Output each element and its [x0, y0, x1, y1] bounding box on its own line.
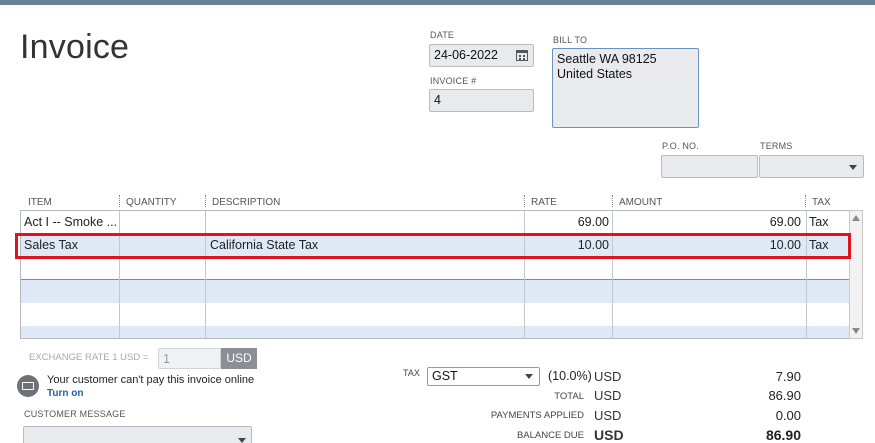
total-label: TOTAL	[554, 391, 584, 402]
tax-label: TAX	[403, 368, 420, 378]
payments-applied-label: PAYMENTS APPLIED	[490, 410, 584, 421]
tax-amount: 7.90	[775, 369, 801, 384]
scroll-down-icon[interactable]	[852, 328, 860, 334]
calendar-icon[interactable]	[516, 50, 528, 61]
column-divider	[119, 211, 120, 338]
scroll-up-icon[interactable]	[852, 215, 860, 221]
table-scrollbar[interactable]	[849, 210, 863, 339]
selected-row-highlight	[15, 233, 851, 259]
column-divider	[524, 211, 525, 338]
total-currency: USD	[594, 388, 622, 403]
table-row[interactable]: Act I -- Smoke ... 69.00 69.00 Tax	[21, 211, 849, 234]
date-label: DATE	[430, 30, 455, 40]
chevron-down-icon	[238, 438, 246, 443]
payments-applied-amount: 0.00	[775, 408, 801, 423]
cell-rate[interactable]: 69.00	[529, 215, 609, 229]
exchange-rate-value: 1	[163, 352, 170, 366]
page-title: Invoice	[20, 28, 130, 66]
tax-code-dropdown[interactable]: GST	[427, 367, 540, 386]
cell-item[interactable]: Act I -- Smoke ...	[24, 215, 118, 229]
balance-due-label: BALANCE DUE	[516, 430, 584, 441]
date-field[interactable]: 24-06-2022	[429, 44, 534, 67]
po-number-field[interactable]	[661, 155, 758, 178]
cell-tax[interactable]: Tax	[809, 215, 849, 229]
line-items-table: Act I -- Smoke ... 69.00 69.00 Tax Sales…	[20, 210, 850, 339]
column-separator[interactable]	[205, 195, 206, 207]
chevron-down-icon	[525, 374, 533, 379]
balance-due-amount: 86.90	[765, 427, 801, 443]
tax-currency: USD	[594, 369, 622, 384]
column-separator[interactable]	[119, 195, 120, 207]
column-divider	[205, 211, 206, 338]
tax-code-value: GST	[432, 369, 458, 383]
card-shape	[22, 382, 34, 390]
bill-to-line1: Seattle WA 98125	[557, 52, 657, 66]
column-header-item: ITEM	[28, 197, 52, 208]
exchange-rate-label: EXCHANGE RATE 1 USD =	[29, 352, 149, 363]
balance-due-currency: USD	[594, 427, 624, 443]
date-value: 24-06-2022	[434, 48, 498, 62]
column-header-amount: AMOUNT	[619, 197, 663, 208]
invoice-number-field[interactable]: 4	[429, 89, 534, 112]
column-divider	[806, 211, 807, 338]
invoice-number-label: INVOICE #	[430, 76, 477, 86]
window-top-bar	[0, 0, 875, 5]
invoice-number-value: 4	[434, 93, 441, 107]
column-header-tax: TAX	[812, 197, 831, 208]
chevron-down-icon	[849, 165, 857, 170]
payment-card-icon	[17, 375, 39, 397]
table-row-empty[interactable]	[21, 280, 849, 303]
po-number-label: P.O. NO.	[662, 141, 699, 151]
column-divider	[612, 211, 613, 338]
column-separator[interactable]	[805, 195, 806, 207]
terms-label: TERMS	[760, 141, 793, 151]
table-row-empty[interactable]	[21, 326, 849, 338]
column-header-description: DESCRIPTION	[212, 197, 281, 208]
total-amount: 86.90	[768, 388, 801, 403]
tax-percent: (10.0%)	[548, 369, 592, 383]
online-payment-message: Your customer can't pay this invoice onl…	[47, 374, 255, 386]
table-row-empty[interactable]	[21, 257, 849, 280]
table-row-empty[interactable]	[21, 303, 849, 326]
column-header-rate: RATE	[531, 197, 557, 208]
customer-message-label: CUSTOMER MESSAGE	[24, 409, 126, 419]
customer-message-dropdown[interactable]	[23, 426, 252, 443]
turn-on-link[interactable]: Turn on	[47, 388, 83, 399]
column-separator[interactable]	[612, 195, 613, 207]
bill-to-line2: United States	[557, 67, 633, 81]
bill-to-label: BILL TO	[553, 35, 588, 45]
exchange-rate-field[interactable]: 1	[158, 348, 221, 369]
terms-dropdown[interactable]	[759, 155, 864, 178]
bill-to-address-field[interactable]: Seattle WA 98125 United States	[552, 48, 699, 128]
cell-amount[interactable]: 69.00	[617, 215, 801, 229]
column-header-quantity: QUANTITY	[126, 197, 177, 208]
payments-applied-currency: USD	[594, 408, 622, 423]
exchange-currency-badge: USD	[221, 348, 257, 369]
column-separator[interactable]	[524, 195, 525, 207]
